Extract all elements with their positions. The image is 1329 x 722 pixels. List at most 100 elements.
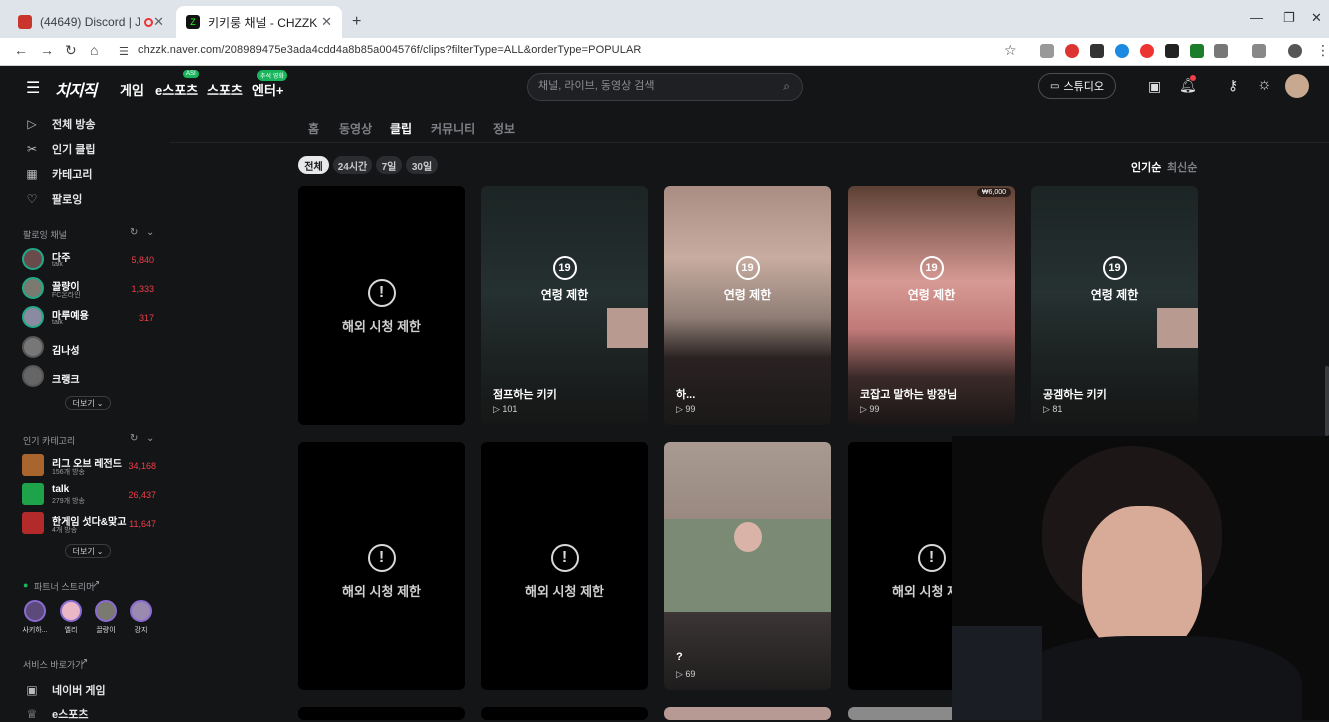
nav-entertainment[interactable]: 엔터+ [252, 80, 284, 99]
studio-button[interactable]: ▭ 스튜디오 [1038, 73, 1116, 99]
close-tab-icon[interactable]: ✕ [153, 14, 164, 30]
sidepanel-icon[interactable] [1252, 44, 1266, 58]
sidebar-item-popular-clips[interactable]: ✂ 인기 클립 [24, 141, 96, 157]
category-item[interactable]: 리그 오브 레전드 156개 방송 34,168 [22, 454, 162, 480]
tab-home[interactable]: 홈 [308, 120, 319, 137]
close-window-icon[interactable]: ✕ [1311, 10, 1322, 26]
puzzle-icon[interactable] [1214, 44, 1228, 58]
avatar [24, 600, 46, 622]
sidebar-item-following[interactable]: ♡ 팔로잉 [24, 191, 83, 207]
clip-card[interactable]: ! 해외 시청 제한 [298, 442, 465, 690]
tab-clips[interactable]: 클립 [390, 120, 412, 137]
following-channel[interactable]: 끌량이 FC온라인 1,333 [22, 277, 162, 303]
clip-thumbnail-inset [607, 308, 648, 348]
close-tab-icon[interactable]: ✕ [321, 14, 332, 30]
chevron-down-icon[interactable]: ⌄ [146, 433, 154, 444]
nav-sports[interactable]: 스포츠 [207, 80, 243, 99]
price-badge: ₩6,000 [976, 188, 1011, 197]
restriction-notice: ! 해외 시청 제한 [298, 544, 465, 600]
category-item[interactable]: 한게임 섯다&맞고 4개 방송 11,647 [22, 512, 162, 538]
partner-streamer[interactable]: 끌량이 [91, 600, 121, 635]
wallet-icon[interactable]: ▣ [1148, 78, 1161, 95]
service-naver-game[interactable]: ▣ 네이버 게임 [24, 682, 105, 698]
browser-tab-discord[interactable]: (44649) Discord | Jhunter, R ✕ [8, 6, 174, 38]
maximize-icon[interactable]: ❐ [1283, 10, 1295, 26]
clip-card[interactable]: ? ▷ 69 [664, 442, 831, 690]
shield-icon[interactable] [1165, 44, 1179, 58]
menu-icon[interactable]: ⋮ [1316, 42, 1329, 59]
hamburger-menu-icon[interactable]: ☰ [26, 78, 40, 98]
heart-icon: ♡ [26, 192, 38, 206]
chzzk-favicon-icon: Z [186, 15, 200, 29]
nav-game[interactable]: 게임 [120, 80, 144, 99]
clip-card[interactable] [664, 707, 831, 720]
partner-streamer[interactable]: 사키하... [20, 600, 50, 635]
extension-icon[interactable] [1040, 44, 1054, 58]
sort-popular[interactable]: 인기순 [1131, 159, 1161, 175]
key-icon[interactable]: ⚷ [1228, 77, 1238, 94]
sort-latest[interactable]: 최신순 [1167, 159, 1197, 175]
reload-icon[interactable]: ↻ [65, 42, 77, 59]
filter-7d[interactable]: 7일 [376, 156, 402, 174]
chevron-down-icon[interactable]: ⌄ [146, 227, 154, 238]
partner-streamer[interactable]: 강지 [126, 600, 156, 635]
search-input[interactable] [538, 80, 768, 92]
adblock-icon[interactable] [1065, 44, 1079, 58]
sidebar-item-category[interactable]: ▦ 카테고리 [24, 166, 92, 182]
following-channel[interactable]: 크랭크 [22, 365, 162, 391]
clip-card[interactable]: ! 해외 시청 제한 [298, 186, 465, 425]
filter-30d[interactable]: 30일 [406, 156, 438, 174]
more-following-button[interactable]: 더보기 ⌄ [65, 396, 111, 410]
following-channel[interactable]: 마루예용 talk 317 [22, 306, 162, 332]
extension-icon[interactable] [1115, 44, 1129, 58]
user-avatar[interactable] [1285, 74, 1309, 98]
clip-card[interactable]: 19 연령 제한 공겜하는 키키 ▷ 81 [1031, 186, 1198, 425]
url-field[interactable]: chzzk.naver.com/208989475e3ada4cdd4a8b85… [138, 44, 641, 56]
external-link-icon[interactable]: ↗ [92, 579, 100, 590]
address-bar-row: ← → ↻ ⌂ ☰ chzzk.naver.com/208989475e3ada… [0, 38, 1329, 66]
forward-icon[interactable]: → [40, 42, 54, 58]
profile-avatar[interactable] [1288, 44, 1302, 58]
extension-icon[interactable] [1190, 44, 1204, 58]
clip-card[interactable]: 19 연령 제한 하... ▷ 99 [664, 186, 831, 425]
filter-24h[interactable]: 24시간 [333, 156, 372, 174]
back-icon[interactable]: ← [14, 42, 28, 58]
tab-info[interactable]: 정보 [493, 120, 515, 137]
filter-all[interactable]: 전체 [298, 156, 329, 174]
nav-esports[interactable]: e스포츠 [155, 80, 198, 99]
scrollbar-thumb[interactable] [1325, 366, 1329, 436]
minimize-icon[interactable]: — [1250, 10, 1263, 25]
external-link-icon[interactable]: ↗ [80, 657, 88, 668]
clip-card[interactable]: ₩6,000 19 연령 제한 코잡고 말하는 방장님 ▷ 99 [848, 186, 1015, 425]
more-category-button[interactable]: 더보기 ⌄ [65, 544, 111, 558]
theme-sun-icon[interactable]: ☼ [1257, 76, 1272, 94]
tab-community[interactable]: 커뮤니티 [431, 120, 475, 137]
new-tab-button[interactable]: + [342, 6, 366, 38]
home-icon[interactable]: ⌂ [90, 42, 98, 58]
following-channel[interactable]: 다주 talk 5,840 [22, 248, 162, 274]
bookmark-star-icon[interactable]: ☆ [1004, 42, 1017, 59]
clip-card[interactable]: ! 해외 시청 제한 [481, 442, 648, 690]
extension-icon[interactable] [1140, 44, 1154, 58]
age-19-icon: 19 [1102, 256, 1127, 280]
extension-icon[interactable] [1090, 44, 1104, 58]
chzzk-logo[interactable]: 치지직 [55, 77, 97, 101]
play-icon: ▷ [676, 404, 686, 414]
video-camera-icon: ▭ [1050, 80, 1060, 92]
clip-card[interactable]: 19 연령 제한 점프하는 키키 ▷ 101 [481, 186, 648, 425]
sidebar-item-all-live[interactable]: ▷ 전체 방송 [24, 116, 95, 132]
category-item[interactable]: talk 279개 방송 26,437 [22, 483, 162, 509]
refresh-icon[interactable]: ↻ [130, 227, 138, 238]
tab-videos[interactable]: 동영상 [339, 120, 372, 137]
grid-icon: ▦ [26, 167, 38, 181]
scissors-icon: ✂ [26, 142, 38, 156]
notification-dot [1190, 75, 1196, 81]
clip-card[interactable] [481, 707, 648, 720]
search-icon[interactable]: ⌕ [783, 79, 790, 94]
partner-streamer[interactable]: 엘리 [56, 600, 86, 635]
site-info-icon[interactable]: ☰ [119, 45, 129, 58]
following-channel[interactable]: 김나성 [22, 336, 162, 362]
browser-tab-chzzk[interactable]: Z 키키룽 채널 - CHZZK ✕ [176, 6, 342, 38]
clip-card[interactable] [298, 707, 465, 720]
refresh-icon[interactable]: ↻ [130, 433, 138, 444]
